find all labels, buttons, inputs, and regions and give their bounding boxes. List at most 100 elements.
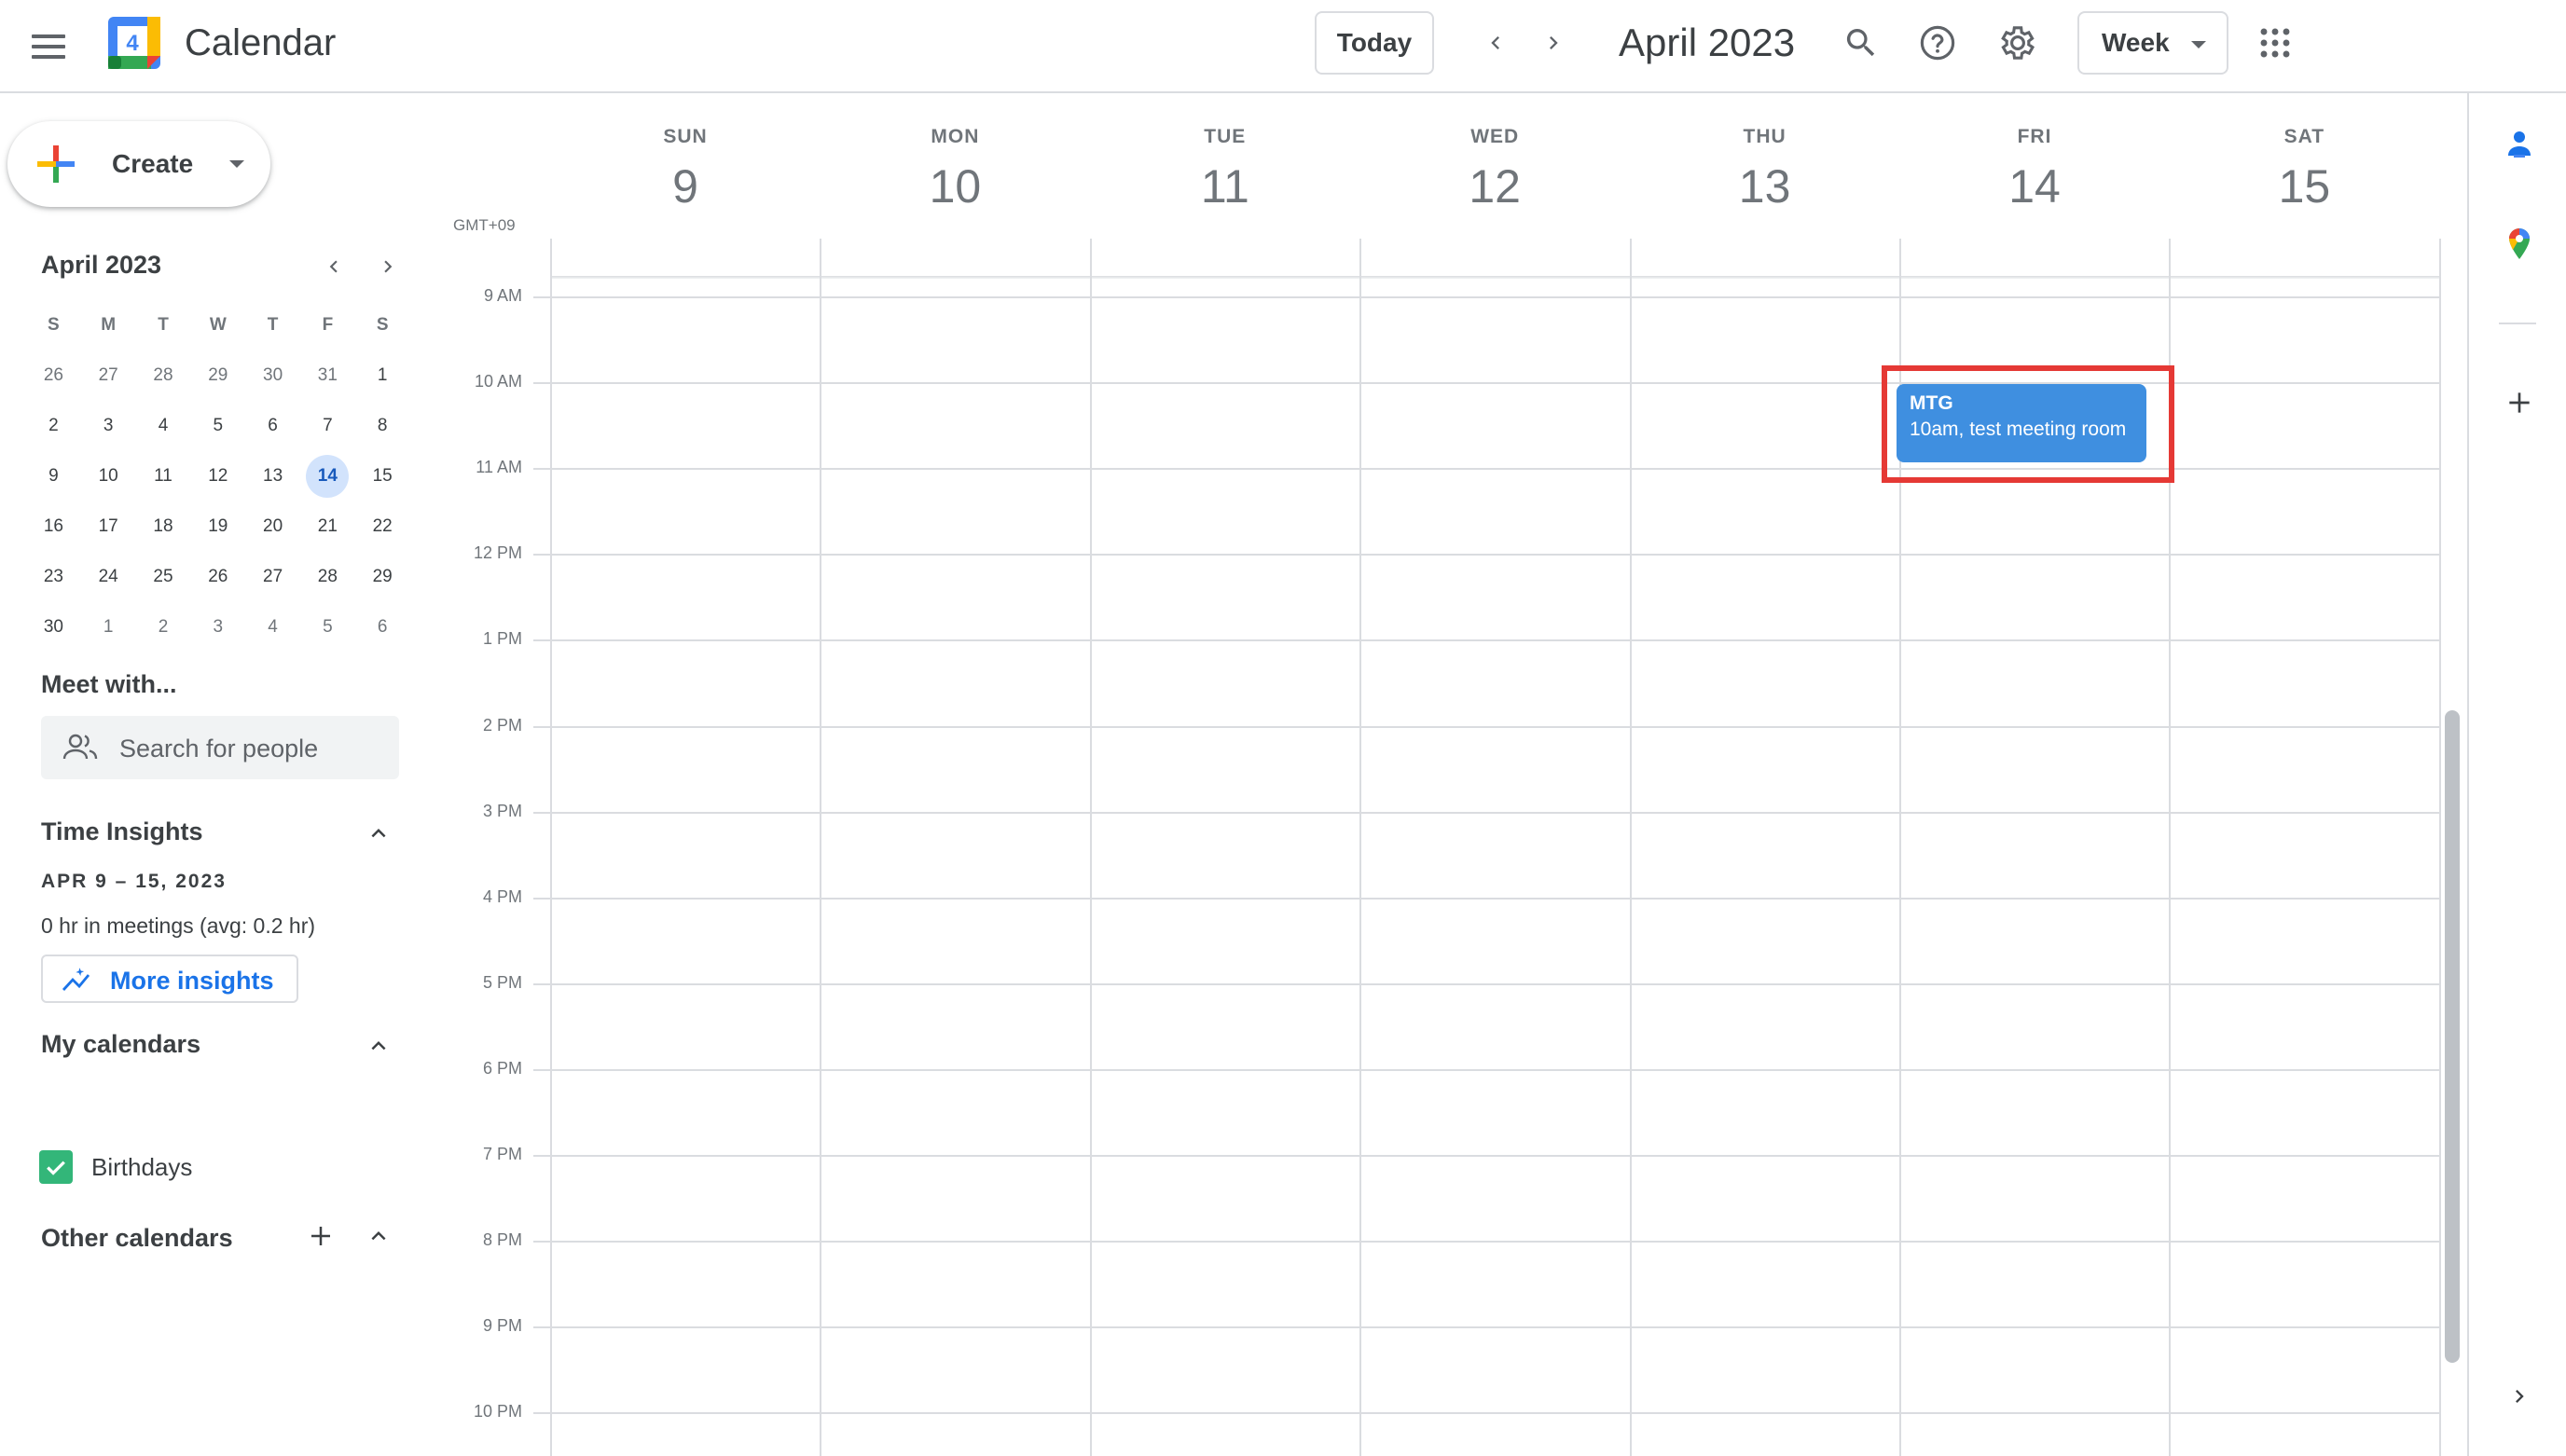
day-header-sun[interactable]: SUN 9	[550, 123, 821, 216]
mini-calendar-day[interactable]: 26	[26, 350, 81, 401]
mini-calendar-day[interactable]: 1	[355, 350, 410, 401]
get-add-ons-button[interactable]	[2497, 380, 2542, 425]
day-number[interactable]: 15	[2169, 157, 2439, 216]
day-header-wed[interactable]: WED 12	[1359, 123, 1630, 216]
day-header-mon[interactable]: MON 10	[820, 123, 1090, 216]
maps-button[interactable]	[2497, 222, 2542, 267]
mini-calendar-day[interactable]: 28	[300, 552, 355, 602]
day-number[interactable]: 13	[1630, 157, 1900, 216]
birthdays-checkbox[interactable]	[39, 1150, 73, 1184]
mini-calendar-day-number: 27	[98, 365, 118, 385]
help-button[interactable]	[1908, 13, 1967, 73]
checkmark-icon	[47, 1161, 65, 1175]
mini-calendar-next-button[interactable]	[367, 246, 408, 287]
search-button[interactable]	[1831, 13, 1891, 73]
mini-calendar-day[interactable]: 2	[136, 602, 191, 652]
mini-calendar-day[interactable]: 12	[190, 451, 245, 501]
mini-calendar-day[interactable]: 9	[26, 451, 81, 501]
mini-calendar-day[interactable]: 5	[190, 401, 245, 451]
mini-calendar-day[interactable]: 26	[190, 552, 245, 602]
mini-calendar-day[interactable]: 25	[136, 552, 191, 602]
mini-calendar-day[interactable]: 17	[81, 501, 136, 552]
mini-calendar-prev-button[interactable]	[313, 246, 354, 287]
google-apps-button[interactable]	[2245, 13, 2305, 73]
mini-calendar-day[interactable]: 8	[355, 401, 410, 451]
add-other-calendar-button[interactable]	[300, 1216, 341, 1257]
hour-label: 10 PM	[473, 1402, 522, 1422]
mini-calendar-day[interactable]: 1	[81, 602, 136, 652]
collapse-time-insights-button[interactable]	[358, 813, 399, 854]
day-number[interactable]: 10	[820, 157, 1090, 216]
collapse-other-calendars-button[interactable]	[358, 1216, 399, 1257]
calendar-item-birthdays[interactable]: Birthdays	[91, 1150, 192, 1184]
mini-calendar-weekday: S	[376, 315, 389, 335]
mini-calendar-day[interactable]: 27	[81, 350, 136, 401]
mini-calendar-day[interactable]: 22	[355, 501, 410, 552]
day-header-thu[interactable]: THU 13	[1630, 123, 1900, 216]
mini-calendar-day[interactable]: 29	[355, 552, 410, 602]
mini-calendar-day[interactable]: 7	[300, 401, 355, 451]
day-name: THU	[1743, 126, 1787, 147]
mini-calendar-day-number: 29	[208, 365, 228, 385]
next-week-button[interactable]	[1525, 15, 1581, 71]
day-header-fri[interactable]: FRI 14	[1899, 123, 2170, 216]
mini-calendar-day[interactable]: 10	[81, 451, 136, 501]
contacts-button[interactable]	[2497, 121, 2542, 166]
chevron-right-icon	[384, 260, 393, 273]
more-insights-button[interactable]: More insights	[41, 955, 298, 1003]
mini-calendar-day[interactable]: 18	[136, 501, 191, 552]
day-number[interactable]: 9	[550, 157, 821, 216]
mini-calendar-day[interactable]: 28	[136, 350, 191, 401]
search-people-input[interactable]: Search for people	[41, 716, 399, 779]
day-number[interactable]: 14	[1899, 157, 2170, 216]
mini-calendar-day[interactable]: 20	[245, 501, 300, 552]
mini-calendar-day[interactable]: 23	[26, 552, 81, 602]
mini-calendar-day[interactable]: 6	[245, 401, 300, 451]
day-header-tue[interactable]: TUE 11	[1090, 123, 1360, 216]
day-header-sat[interactable]: SAT 15	[2169, 123, 2439, 216]
chevron-up-icon	[371, 1041, 386, 1051]
mini-calendar-day[interactable]: 30	[26, 602, 81, 652]
mini-calendar-day[interactable]: 2	[26, 401, 81, 451]
day-number[interactable]: 12	[1359, 157, 1630, 216]
mini-calendar-day-number: 4	[268, 617, 278, 637]
timezone-label: GMT+09	[453, 216, 516, 234]
mini-calendar-day[interactable]: 4	[136, 401, 191, 451]
view-selector[interactable]: Week	[2077, 11, 2228, 75]
mini-calendar-day[interactable]: 11	[136, 451, 191, 501]
settings-button[interactable]	[1988, 13, 2048, 73]
hour-label: 9 PM	[482, 1316, 522, 1336]
mini-calendar-day[interactable]: 19	[190, 501, 245, 552]
hour-label: 9 AM	[483, 286, 522, 305]
mini-calendar-day-number: 26	[43, 365, 63, 385]
mini-calendar-day[interactable]: 16	[26, 501, 81, 552]
mini-calendar-day[interactable]: 24	[81, 552, 136, 602]
day-name: FRI	[2017, 126, 2052, 147]
mini-calendar-day[interactable]: 15	[355, 451, 410, 501]
mini-calendar-day[interactable]: 30	[245, 350, 300, 401]
hour-label: 7 PM	[482, 1145, 522, 1163]
main-menu-icon[interactable]	[22, 21, 75, 73]
mini-calendar-day[interactable]: 31	[300, 350, 355, 401]
create-button[interactable]: Create	[7, 121, 270, 207]
mini-calendar-day[interactable]: 5	[300, 602, 355, 652]
previous-week-button[interactable]	[1468, 15, 1524, 71]
day-number[interactable]: 11	[1090, 157, 1360, 216]
hour-label: 8 PM	[482, 1230, 522, 1250]
collapse-my-calendars-button[interactable]	[358, 1025, 399, 1066]
mini-calendar-day[interactable]: 4	[245, 602, 300, 652]
mini-calendar-day[interactable]: 14	[300, 451, 355, 501]
show-side-panel-button[interactable]	[2497, 1374, 2542, 1419]
mini-calendar-day[interactable]: 6	[355, 602, 410, 652]
mini-calendar-day[interactable]: 3	[190, 602, 245, 652]
mini-calendar-day[interactable]: 27	[245, 552, 300, 602]
mini-calendar-day[interactable]: 29	[190, 350, 245, 401]
grid-scrollbar[interactable]	[2445, 710, 2460, 1363]
mini-calendar-day[interactable]: 3	[81, 401, 136, 451]
mini-calendar-day[interactable]: 13	[245, 451, 300, 501]
mini-calendar-day[interactable]: 21	[300, 501, 355, 552]
mini-calendar-day-number: 26	[208, 567, 228, 586]
plus-icon	[311, 1227, 330, 1245]
today-button[interactable]: Today	[1315, 11, 1434, 75]
event-mtg[interactable]: MTG 10am, test meeting room	[1897, 384, 2146, 462]
